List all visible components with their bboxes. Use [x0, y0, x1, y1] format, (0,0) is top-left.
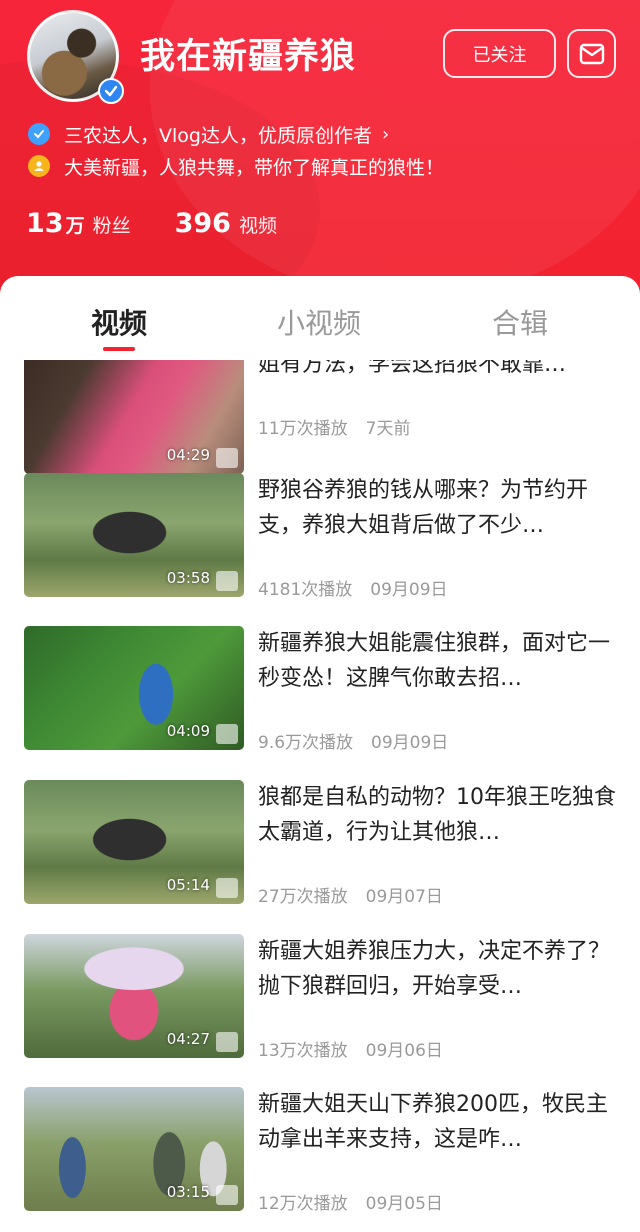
video-meta: 11万次播放 7天前	[258, 414, 410, 439]
video-meta: 27万次播放 09月07日	[258, 882, 443, 907]
channel-logo-icon	[216, 1185, 238, 1205]
list-item[interactable]: 04:09 新疆养狼大姐能震住狼群，面对它一秒变怂！这脾气你敢去招… 9.6万次…	[0, 626, 640, 780]
person-icon	[28, 155, 50, 177]
profile-header: 我在新疆养狼 已关注 三农达人，Vlog达人，优质原创作者 › 大美新疆，人狼共…	[0, 0, 640, 300]
channel-logo-icon	[216, 571, 238, 591]
profile-stats: 13 万 粉丝 396 视频	[26, 208, 277, 239]
profile-name: 我在新疆养狼	[140, 37, 357, 77]
cert-icon	[28, 123, 50, 145]
list-item[interactable]: 05:14 狼都是自私的动物？10年狼王吃独食太霸道，行为让其他狼… 27万次播…	[0, 780, 640, 934]
video-date: 09月05日	[365, 1194, 443, 1214]
video-date: 09月07日	[365, 887, 443, 907]
video-title[interactable]: 新疆大姐养狼压力大，决定不养了？抛下狼群回归，开始享受…	[258, 934, 620, 1004]
certification-row[interactable]: 三农达人，Vlog达人，优质原创作者 ›	[28, 120, 389, 148]
list-item[interactable]: 03:15 新疆大姐天山下养狼200匹，牧民主动拿出羊来支持，这是咋… 12万次…	[0, 1087, 640, 1232]
video-thumbnail[interactable]: 03:15	[24, 1087, 244, 1211]
video-thumbnail[interactable]: 04:29	[24, 360, 244, 474]
video-meta: 9.6万次播放 09月09日	[258, 728, 448, 753]
videos-count: 396	[174, 208, 231, 239]
video-date: 09月06日	[365, 1041, 443, 1061]
video-thumbnail[interactable]: 04:27	[24, 934, 244, 1058]
video-date: 09月09日	[371, 733, 449, 753]
tab-videos[interactable]: 视频	[91, 302, 147, 342]
videos-label[interactable]: 视频	[239, 211, 277, 238]
video-plays: 12万次播放	[258, 1194, 348, 1214]
tab-bar: 视频 小视频 合辑	[0, 276, 640, 360]
cert-text: 三农达人，Vlog达人，优质原创作者	[64, 124, 372, 147]
video-duration: 03:58	[166, 569, 210, 587]
channel-logo-icon	[216, 448, 238, 468]
message-button[interactable]	[567, 29, 616, 78]
video-thumbnail[interactable]: 03:58	[24, 473, 244, 597]
video-duration: 03:15	[166, 1183, 210, 1201]
fans-count: 13	[26, 208, 64, 239]
video-meta: 4181次播放 09月09日	[258, 575, 448, 600]
content-panel: 视频 小视频 合辑 04:29 姐有方法，学会这招狼不敢靠… 11万次播放 7天前…	[0, 276, 640, 1232]
video-title[interactable]: 野狼谷养狼的钱从哪来？为节约开支，养狼大姐背后做了不少…	[258, 473, 620, 543]
video-plays: 11万次播放	[258, 419, 348, 439]
fans-label[interactable]: 粉丝	[93, 211, 131, 238]
channel-logo-icon	[216, 878, 238, 898]
video-duration: 04:29	[166, 446, 210, 464]
fans-unit: 万	[65, 215, 85, 237]
tab-indicator	[103, 347, 135, 351]
bio-row: 大美新疆，人狼共舞，带你了解真正的狼性！	[28, 152, 444, 180]
video-title[interactable]: 狼都是自私的动物？10年狼王吃独食太霸道，行为让其他狼…	[258, 780, 620, 850]
list-item[interactable]: 04:27 新疆大姐养狼压力大，决定不养了？抛下狼群回归，开始享受… 13万次播…	[0, 934, 640, 1088]
video-duration: 05:14	[166, 876, 210, 894]
video-plays: 13万次播放	[258, 1041, 348, 1061]
video-meta: 12万次播放 09月05日	[258, 1189, 443, 1214]
video-list: 04:29 姐有方法，学会这招狼不敢靠… 11万次播放 7天前 03:58 野狼谷…	[0, 360, 640, 1232]
channel-logo-icon	[216, 724, 238, 744]
mail-icon	[579, 43, 604, 64]
video-meta: 13万次播放 09月06日	[258, 1036, 443, 1061]
video-plays: 27万次播放	[258, 887, 348, 907]
video-date: 09月09日	[370, 580, 448, 600]
video-date: 7天前	[365, 419, 411, 439]
video-duration: 04:09	[166, 722, 210, 740]
channel-logo-icon	[216, 1032, 238, 1052]
video-plays: 4181次播放	[258, 580, 353, 600]
video-thumbnail[interactable]: 04:09	[24, 626, 244, 750]
tab-collections[interactable]: 合辑	[492, 302, 548, 342]
chevron-right-icon: ›	[381, 123, 390, 145]
video-title[interactable]: 新疆养狼大姐能震住狼群，面对它一秒变怂！这脾气你敢去招…	[258, 626, 620, 696]
video-plays: 9.6万次播放	[258, 733, 354, 753]
video-thumbnail[interactable]: 05:14	[24, 780, 244, 904]
video-title[interactable]: 姐有方法，学会这招狼不敢靠…	[258, 360, 620, 382]
list-item[interactable]: 03:58 野狼谷养狼的钱从哪来？为节约开支，养狼大姐背后做了不少… 4181次…	[0, 473, 640, 627]
verified-icon	[98, 78, 124, 104]
video-duration: 04:27	[166, 1030, 210, 1048]
following-button[interactable]: 已关注	[443, 29, 556, 78]
bio-text: 大美新疆，人狼共舞，带你了解真正的狼性！	[64, 156, 445, 179]
tab-short-videos[interactable]: 小视频	[277, 302, 361, 342]
video-title[interactable]: 新疆大姐天山下养狼200匹，牧民主动拿出羊来支持，这是咋…	[258, 1087, 620, 1157]
